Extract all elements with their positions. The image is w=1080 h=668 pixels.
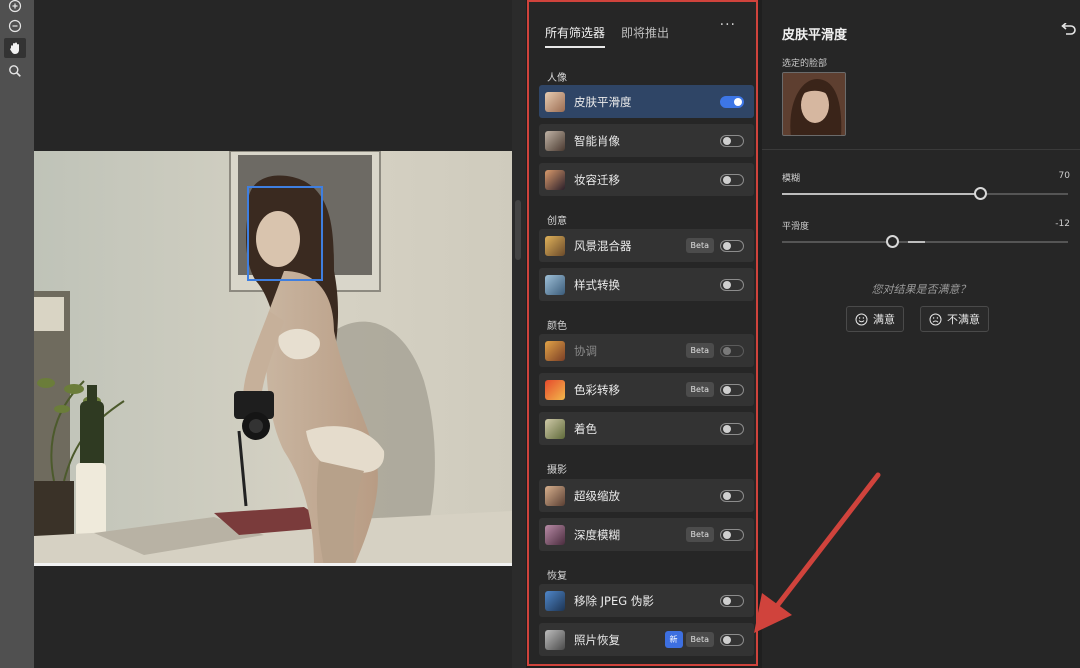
blur-slider-label: 模糊 (782, 174, 801, 184)
slider-knob[interactable] (974, 187, 987, 200)
filter-label: 深度模糊 (574, 527, 620, 542)
slider-fill (782, 193, 981, 195)
feedback-question: 您对结果是否满意？ (871, 283, 971, 296)
beta-badge: Beta (685, 382, 714, 397)
filter-toggle[interactable] (720, 173, 744, 186)
filter-label: 风景混合器 (574, 238, 632, 253)
zoom-out-icon[interactable] (4, 16, 26, 36)
filter-toggle[interactable] (720, 278, 744, 291)
beta-badge: Beta (685, 632, 714, 647)
section-title: 颜色 (547, 321, 567, 332)
smoothness-slider-label: 平滑度 (782, 222, 810, 232)
filter-item-smart-portrait[interactable]: 智能肖像 (539, 124, 754, 157)
filter-thumbnail (545, 91, 565, 112)
image-canvas[interactable] (34, 0, 512, 668)
filter-toggle[interactable] (720, 95, 744, 108)
filter-item-remove-jpeg-artifacts[interactable]: 移除 JPEG 伪影 (539, 584, 754, 617)
filter-label: 照片恢复 (574, 632, 620, 647)
filter-label: 超级缩放 (574, 488, 620, 503)
filter-thumbnail (545, 235, 565, 256)
filter-label: 移除 JPEG 伪影 (574, 593, 654, 608)
filter-toggle[interactable] (720, 383, 744, 396)
filter-thumbnail (545, 274, 565, 295)
new-badge: 新 (664, 631, 683, 648)
filter-thumbnail (545, 340, 565, 361)
filter-item-landscape-mixer[interactable]: 风景混合器 Beta (539, 229, 754, 262)
annotation-arrow (754, 472, 881, 633)
filter-label: 色彩转移 (574, 382, 620, 397)
filter-thumbnail (545, 379, 565, 400)
slider-fill (908, 241, 925, 243)
filter-toggle[interactable] (720, 239, 744, 252)
smoothness-slider-value: -12 (1055, 219, 1070, 229)
face-detection-box[interactable] (247, 186, 323, 281)
filter-toggle[interactable] (720, 422, 744, 435)
filters-panel: 所有筛选器 即将推出 ··· 人像 皮肤平滑度 智能肖像 妆容迁移 创意 风景混… (527, 0, 758, 666)
undo-icon[interactable] (1060, 22, 1076, 41)
filter-thumbnail (545, 130, 565, 151)
filter-item-photo-restoration[interactable]: 照片恢复 新 Beta (539, 623, 754, 656)
unsatisfied-label: 不满意 (947, 313, 980, 326)
hand-icon[interactable] (4, 38, 26, 58)
beta-badge: Beta (685, 238, 714, 253)
filter-thumbnail (545, 169, 565, 190)
tab-all-filters[interactable]: 所有筛选器 (545, 24, 606, 48)
canvas-scrollbar[interactable] (512, 0, 526, 668)
section-title: 人像 (547, 73, 567, 84)
filter-item-depth-blur[interactable]: 深度模糊 Beta (539, 518, 754, 551)
filter-label: 妆容迁移 (574, 172, 620, 187)
beta-badge: Beta (685, 343, 714, 358)
filter-item-skin-smoothing[interactable]: 皮肤平滑度 (539, 85, 754, 118)
smile-icon (855, 313, 868, 325)
filter-thumbnail (545, 590, 565, 611)
photo-preview (34, 151, 512, 566)
filter-thumbnail (545, 524, 565, 545)
filter-label: 皮肤平滑度 (574, 94, 632, 109)
frown-icon (929, 313, 942, 325)
beta-badge: Beta (685, 527, 714, 542)
search-icon[interactable] (4, 61, 26, 81)
filter-toggle[interactable] (720, 344, 744, 357)
tab-coming-soon[interactable]: 即将推出 (621, 24, 669, 48)
blur-slider[interactable] (782, 187, 1068, 200)
filter-item-color-transfer[interactable]: 色彩转移 Beta (539, 373, 754, 406)
divider (762, 149, 1080, 150)
filter-item-harmonize[interactable]: 协调 Beta (539, 334, 754, 367)
filter-thumbnail (545, 418, 565, 439)
more-options-icon[interactable]: ··· (720, 17, 736, 33)
selected-face-label: 选定的脸部 (782, 59, 828, 69)
filter-item-colorize[interactable]: 着色 (539, 412, 754, 445)
scroll-thumb[interactable] (515, 200, 521, 260)
filter-item-style-transfer[interactable]: 样式转换 (539, 268, 754, 301)
unsatisfied-button[interactable]: 不满意 (920, 306, 989, 332)
section-title: 恢复 (547, 571, 567, 582)
filter-toggle[interactable] (720, 134, 744, 147)
section-title: 摄影 (547, 465, 567, 476)
filter-label: 智能肖像 (574, 133, 620, 148)
filter-thumbnail (545, 629, 565, 650)
section-title: 创意 (547, 216, 567, 227)
satisfied-button[interactable]: 满意 (846, 306, 904, 332)
filter-thumbnail (545, 485, 565, 506)
filter-label: 协调 (574, 343, 597, 358)
smoothness-slider[interactable] (782, 235, 1068, 248)
filter-item-super-zoom[interactable]: 超级缩放 (539, 479, 754, 512)
filter-tabs: 所有筛选器 即将推出 (545, 24, 669, 48)
filter-label: 着色 (574, 421, 597, 436)
slider-knob[interactable] (886, 235, 899, 248)
filter-item-makeup-transfer[interactable]: 妆容迁移 (539, 163, 754, 196)
satisfied-label: 满意 (873, 313, 895, 326)
zoom-in-icon[interactable] (4, 0, 26, 16)
blur-slider-value: 70 (1058, 171, 1070, 181)
panel-title: 皮肤平滑度 (782, 28, 848, 43)
tool-rail (0, 0, 34, 668)
filter-label: 样式转换 (574, 277, 620, 292)
selected-face-thumbnail[interactable] (782, 72, 846, 136)
